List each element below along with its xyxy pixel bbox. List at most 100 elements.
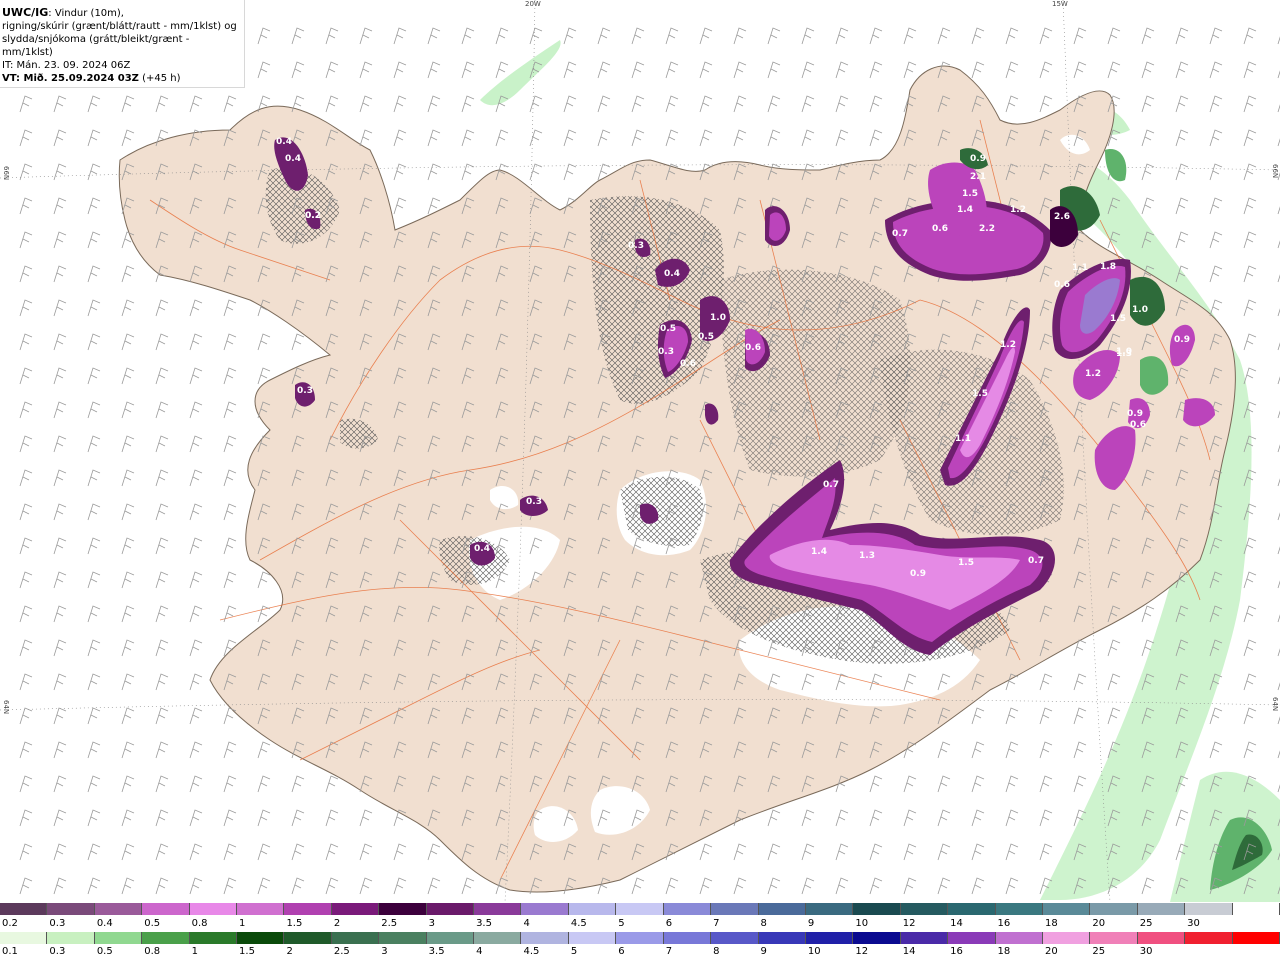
precip-value-label: 1.2 bbox=[1085, 369, 1101, 379]
precip-value-label: 0.3 bbox=[526, 497, 542, 507]
precip-value-label: 1.4 bbox=[811, 547, 827, 557]
lat-label-66n-left: 66N bbox=[2, 166, 10, 181]
legend-label: 3.5 bbox=[428, 946, 445, 957]
legend-swatch bbox=[663, 903, 712, 915]
legend-swatch bbox=[474, 903, 522, 915]
legend-label: 16 bbox=[997, 918, 1011, 929]
precip-value-label: 1.0 bbox=[710, 313, 726, 323]
precip-value-label: 0.5 bbox=[660, 324, 676, 334]
precip-value-label: 0.3 bbox=[658, 347, 674, 357]
legend-label: 16 bbox=[950, 946, 963, 957]
legend-label: 9 bbox=[807, 918, 815, 929]
legend-swatch bbox=[805, 903, 854, 915]
legend-swatch bbox=[758, 932, 806, 944]
legend-label: 30 bbox=[1187, 918, 1200, 929]
precip-value-label: 0.6 bbox=[1130, 420, 1146, 430]
precip-value-label: 0.3 bbox=[628, 241, 644, 251]
legend-label: 6 bbox=[665, 918, 673, 929]
legend-label: 7 bbox=[713, 918, 720, 929]
precip-value-label: 1.1 bbox=[1072, 263, 1088, 273]
legend-label: 0.8 bbox=[144, 946, 161, 957]
legend-label: 20 bbox=[1092, 918, 1106, 929]
legend-label: 2.5 bbox=[381, 918, 398, 929]
precip-value-label: 0.6 bbox=[680, 359, 696, 369]
precip-value-label: 2.6 bbox=[1054, 212, 1070, 222]
legend-swatch bbox=[142, 903, 190, 915]
precip-value-label: 0.9 bbox=[1174, 335, 1190, 345]
legend-label: 2 bbox=[286, 946, 293, 957]
legend-label: 1 bbox=[191, 946, 198, 957]
legend-swatch bbox=[331, 932, 380, 944]
forecast-map[interactable]: 0.4 0.4 0.2 0.3 0.4 0.3 0.5 0.9 2.1 1.4 1.5 1.2 2.2 0… bbox=[0, 0, 1280, 902]
legend-swatch bbox=[616, 932, 664, 944]
legend-label: 4.5 bbox=[570, 918, 587, 929]
legend-label: 8 bbox=[760, 918, 767, 929]
precip-value-label: 0.4 bbox=[664, 269, 680, 279]
legend-swatch bbox=[379, 932, 427, 944]
valid-time: VT: Mið. 25.09.2024 03Z bbox=[2, 73, 139, 84]
precip-value-label: 0.5 bbox=[698, 332, 714, 342]
legend-swatch bbox=[237, 903, 285, 915]
precip-value-label: 1.5 bbox=[958, 558, 974, 568]
precip-value-label: 1.1 bbox=[955, 434, 971, 444]
map-canvas: 0.4 0.4 0.2 0.3 0.4 0.3 0.5 0.9 2.1 1.4 1.5 1.2 2.2 0… bbox=[0, 0, 1280, 902]
precip-value-label: 1.4 bbox=[957, 205, 973, 215]
legend-label: 0.5 bbox=[144, 918, 161, 929]
legend-label: 0.4 bbox=[96, 918, 113, 929]
precip-value-label: 0.7 bbox=[1028, 556, 1044, 566]
legend-label: 18 bbox=[1044, 918, 1058, 929]
legend-label: 12 bbox=[855, 946, 869, 957]
legend-swatch bbox=[1137, 903, 1186, 915]
title-desc-1: : Vindur (10m), bbox=[48, 8, 124, 19]
legend-label: 14 bbox=[902, 946, 916, 957]
legend-label: 14 bbox=[950, 918, 963, 929]
title-desc-3: slydda/snjókoma (grátt/bleikt/grænt - mm… bbox=[2, 34, 190, 58]
legend-swatch bbox=[331, 903, 380, 915]
legend-swatch bbox=[711, 903, 759, 915]
legend-label: 3 bbox=[381, 946, 388, 957]
precip-value-label: 2.1 bbox=[970, 172, 986, 182]
legend-label: 25 bbox=[1092, 946, 1106, 957]
legend-swatch bbox=[1232, 903, 1280, 915]
legend-swatch bbox=[142, 932, 190, 944]
precip-value-label: 1.2 bbox=[1010, 205, 1026, 215]
precip-value-label: 0.6 bbox=[1054, 280, 1070, 290]
legend-swatch bbox=[995, 932, 1043, 944]
legend-swatch bbox=[426, 932, 475, 944]
precip-value-label: 2.2 bbox=[979, 224, 995, 234]
precip-value-label: 0.4 bbox=[285, 154, 301, 164]
precip-value-label: 1.0 bbox=[1132, 305, 1148, 315]
legend-snow-colorbar bbox=[0, 903, 1280, 915]
legend-label: 5 bbox=[618, 918, 625, 929]
model-name: UWC/IG bbox=[2, 6, 49, 19]
title-desc-2: rigning/skúrir (grænt/blátt/rautt - mm/1… bbox=[2, 21, 237, 32]
legend-swatch bbox=[948, 903, 996, 915]
legend-swatch bbox=[237, 932, 285, 944]
legend-label: 25 bbox=[1139, 918, 1153, 929]
precip-value-label: 0.4 bbox=[474, 544, 490, 554]
legend-label: 4.5 bbox=[523, 946, 540, 957]
issue-time: IT: Mán. 23. 09. 2024 06Z bbox=[2, 60, 131, 71]
legend-swatch bbox=[47, 903, 95, 915]
legend-label: 0.2 bbox=[2, 918, 18, 929]
legend-label: 0.1 bbox=[2, 946, 18, 957]
precip-value-label: 1.5 bbox=[962, 189, 978, 199]
legend-swatch bbox=[474, 932, 522, 944]
precip-value-label: 0.2 bbox=[305, 211, 321, 221]
legend-label: 7 bbox=[665, 946, 673, 957]
legend-swatch bbox=[900, 903, 949, 915]
precip-value-label: 0.3 bbox=[297, 386, 313, 396]
legend-swatch bbox=[521, 903, 569, 915]
precip-value-label: 0.9 bbox=[970, 154, 986, 164]
legend-label: 12 bbox=[902, 918, 916, 929]
legend-swatch bbox=[1090, 903, 1138, 915]
precip-value-label: 0.7 bbox=[823, 480, 839, 490]
precip-value-label: 1.8 bbox=[1100, 262, 1116, 272]
legend-swatch bbox=[1042, 903, 1091, 915]
legend-label: 0.3 bbox=[49, 918, 66, 929]
legend-swatch bbox=[1232, 932, 1280, 944]
legend-swatch bbox=[284, 932, 332, 944]
legend-label: 0.5 bbox=[96, 946, 113, 957]
legend-snow-labels: 0.2 0.3 0.4 0.5 0.8 1 1.5 2 2.5 3 3.5 4 4.5 5 6 7 8 9 10 12… bbox=[0, 918, 1280, 930]
legend-label: 0.8 bbox=[191, 918, 208, 929]
